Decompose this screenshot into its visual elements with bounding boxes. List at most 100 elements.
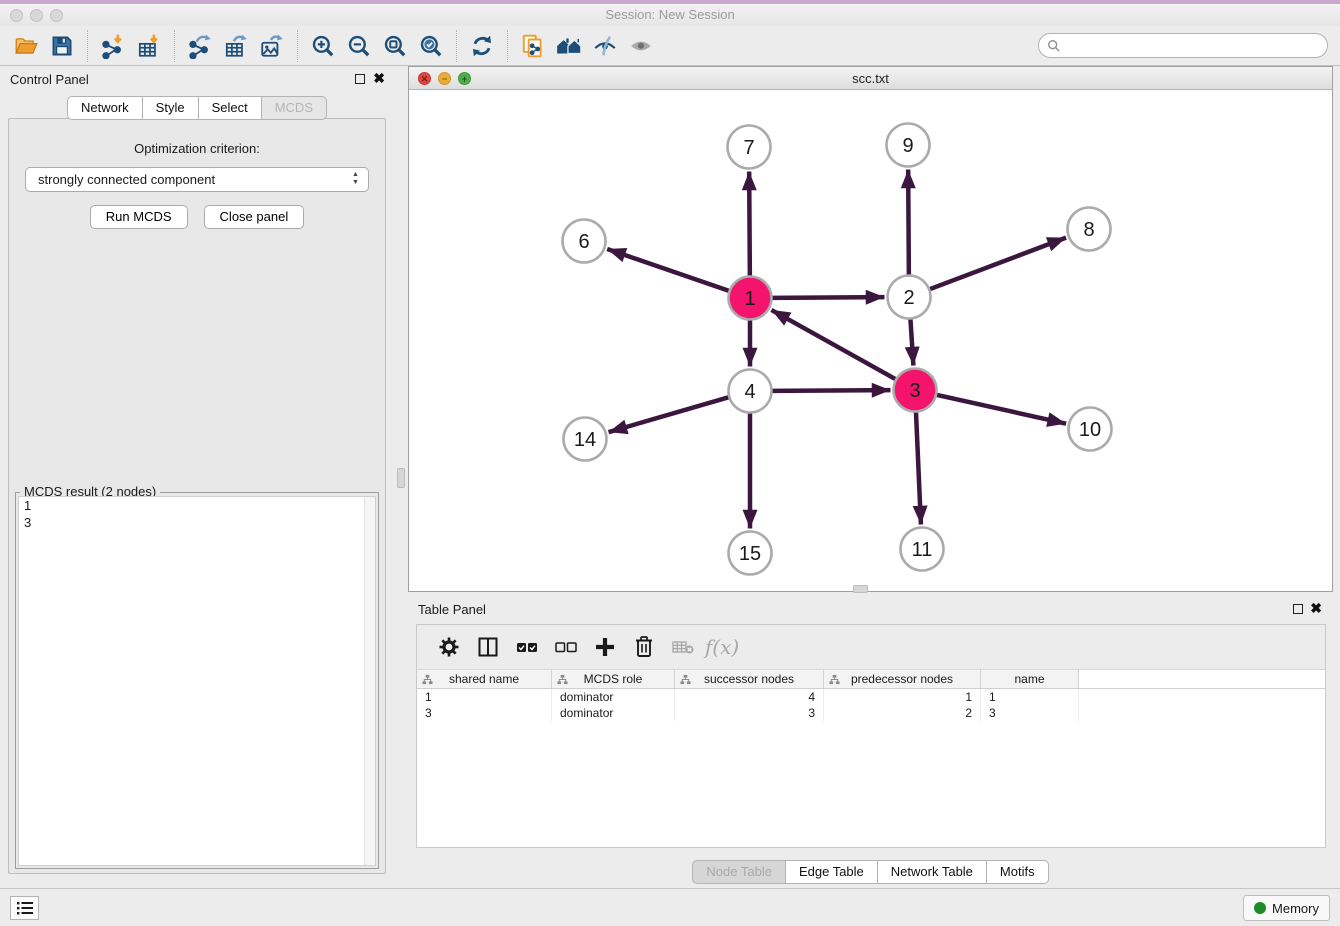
tab-style[interactable]: Style <box>142 96 199 120</box>
table-cell[interactable]: 1 <box>824 689 981 705</box>
table-row[interactable]: 3dominator323 <box>417 705 1325 721</box>
export-table-icon[interactable] <box>218 29 254 63</box>
column-header-predecessor-nodes[interactable]: predecessor nodes <box>824 670 981 688</box>
table-cell[interactable]: 1 <box>417 689 552 705</box>
table-panel-close-icon[interactable]: ✖ <box>1310 601 1322 615</box>
refresh-layout-icon[interactable] <box>464 29 500 63</box>
tab-motifs[interactable]: Motifs <box>986 860 1049 884</box>
criterion-select[interactable]: strongly connected component ▲▼ <box>25 167 369 192</box>
table-cell[interactable]: dominator <box>552 689 675 705</box>
search-box[interactable] <box>1038 33 1328 58</box>
column-header-label: name <box>1014 672 1044 686</box>
edge-1-2[interactable] <box>772 297 884 298</box>
edge-2-3[interactable] <box>910 319 913 365</box>
control-panel-float-icon[interactable] <box>355 74 365 84</box>
horizontal-splitter-grip[interactable] <box>853 585 868 593</box>
control-panel: Control Panel ✖ NetworkStyleSelectMCDS O… <box>0 66 394 882</box>
select-stepper-icon: ▲▼ <box>350 171 361 187</box>
table-panel-title: Table Panel <box>418 602 486 617</box>
show-eye-icon <box>623 29 659 63</box>
import-network-icon[interactable] <box>95 29 131 63</box>
table-cell[interactable]: 2 <box>824 705 981 721</box>
edge-4-14[interactable] <box>609 397 729 432</box>
edge-2-8[interactable] <box>930 238 1066 289</box>
table-cell[interactable]: dominator <box>552 705 675 721</box>
tab-select[interactable]: Select <box>198 96 262 120</box>
edge-4-3[interactable] <box>772 390 890 391</box>
control-panel-title: Control Panel <box>10 72 89 87</box>
table-cell[interactable]: 1 <box>981 689 1079 705</box>
export-network-icon[interactable] <box>182 29 218 63</box>
select-all-icon[interactable] <box>512 632 542 662</box>
tab-edge-table[interactable]: Edge Table <box>785 860 878 884</box>
tab-mcds[interactable]: MCDS <box>261 96 327 120</box>
list-icon <box>16 900 34 916</box>
result-scrollbar[interactable] <box>364 497 375 865</box>
window-title: Session: New Session <box>0 7 1340 22</box>
save-session-icon[interactable] <box>44 29 80 63</box>
edge-3-11[interactable] <box>916 412 921 524</box>
hide-eye-icon[interactable] <box>587 29 623 63</box>
zoom-out-icon[interactable] <box>341 29 377 63</box>
table-split-view-icon[interactable] <box>473 632 503 662</box>
column-header-name[interactable]: name <box>981 670 1079 688</box>
tab-network[interactable]: Network <box>67 96 143 120</box>
main-toolbar <box>0 26 1340 66</box>
graph-node-label: 9 <box>902 135 913 157</box>
search-input[interactable] <box>1066 38 1327 53</box>
column-header-label: shared name <box>449 672 519 686</box>
graph-node-label: 10 <box>1079 419 1101 441</box>
column-header-label: predecessor nodes <box>851 672 953 686</box>
mcds-result-list[interactable]: 13 <box>18 496 376 866</box>
edge-3-10[interactable] <box>937 395 1066 424</box>
table-cell[interactable]: 3 <box>417 705 552 721</box>
zoom-fit-icon[interactable] <box>377 29 413 63</box>
vertical-splitter-grip[interactable] <box>397 468 405 488</box>
column-header-shared-name[interactable]: shared name <box>417 670 552 688</box>
table-cell[interactable]: 3 <box>981 705 1079 721</box>
table-panel-float-icon[interactable] <box>1293 604 1303 614</box>
edge-1-7[interactable] <box>749 171 750 275</box>
table-settings-gear-icon[interactable] <box>434 632 464 662</box>
memory-button[interactable]: Memory <box>1243 895 1330 921</box>
edge-2-9[interactable] <box>908 169 909 274</box>
node-table[interactable]: shared name MCDS role successor nodes prede… <box>417 669 1325 847</box>
control-panel-close-icon[interactable]: ✖ <box>373 71 385 85</box>
run-mcds-button[interactable]: Run MCDS <box>90 205 188 229</box>
table-cell[interactable]: 3 <box>675 705 824 721</box>
function-builder-icon: f(x) <box>707 632 737 662</box>
graph-node-label: 15 <box>739 543 761 565</box>
column-header-successor-nodes[interactable]: successor nodes <box>675 670 824 688</box>
export-image-icon[interactable] <box>254 29 290 63</box>
network-canvas[interactable]: 7968124314101511 <box>409 90 1332 591</box>
deselect-all-icon[interactable] <box>551 632 581 662</box>
network-graph: 7968124314101511 <box>409 90 1332 591</box>
tab-node-table[interactable]: Node Table <box>692 860 786 884</box>
graph-node-label: 7 <box>743 137 754 159</box>
edge-1-6[interactable] <box>607 249 729 291</box>
graph-node-label: 11 <box>912 539 933 561</box>
task-history-button[interactable] <box>10 896 39 920</box>
open-session-icon[interactable] <box>8 29 44 63</box>
zoom-selected-icon[interactable] <box>413 29 449 63</box>
edge-3-1[interactable] <box>771 310 895 379</box>
table-panel-tabs: Node TableEdge TableNetwork TableMotifs <box>408 860 1333 884</box>
close-panel-button[interactable]: Close panel <box>204 205 305 229</box>
node-table-container: f(x) shared name MCDS role successor nodes… <box>416 624 1326 848</box>
zoom-in-icon[interactable] <box>305 29 341 63</box>
memory-button-label: Memory <box>1272 901 1319 916</box>
clone-network-icon[interactable] <box>515 29 551 63</box>
import-table-icon[interactable] <box>131 29 167 63</box>
graph-node-label: 14 <box>574 429 596 451</box>
delete-column-icon[interactable] <box>629 632 659 662</box>
toolbar-separator <box>87 30 88 62</box>
add-column-icon[interactable] <box>590 632 620 662</box>
tab-network-table[interactable]: Network Table <box>877 860 987 884</box>
table-row[interactable]: 1dominator411 <box>417 689 1325 705</box>
home-layout-icon[interactable] <box>551 29 587 63</box>
table-cell[interactable]: 4 <box>675 689 824 705</box>
network-window-titlebar[interactable]: ✕ − + scc.txt <box>409 67 1332 90</box>
search-icon <box>1047 39 1061 53</box>
column-header-MCDS-role[interactable]: MCDS role <box>552 670 675 688</box>
column-header-label: MCDS role <box>584 672 643 686</box>
